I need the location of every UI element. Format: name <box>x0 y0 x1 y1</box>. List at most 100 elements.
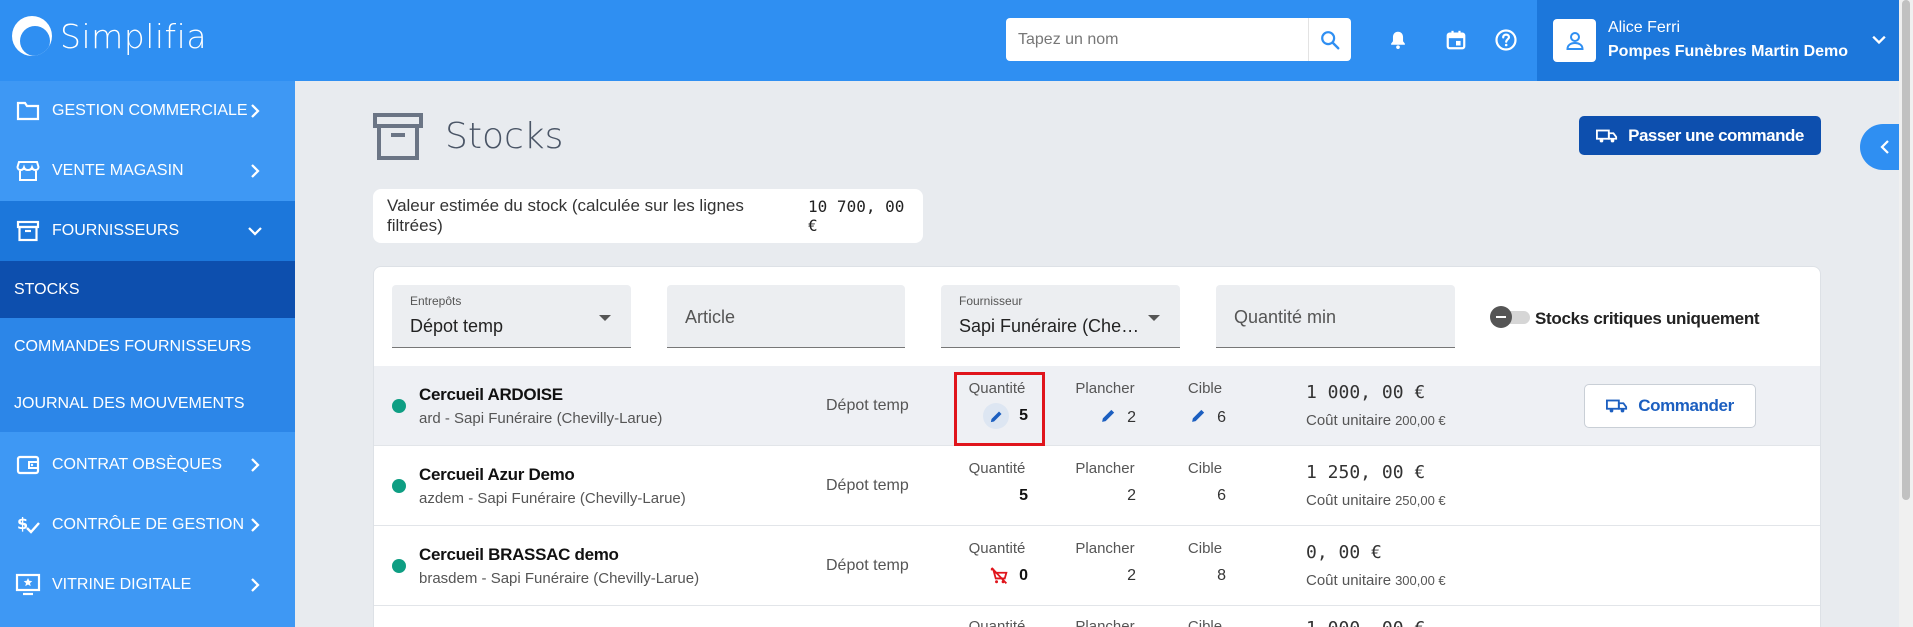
quantity-value: 0 <box>1019 567 1028 584</box>
chevron-left-icon <box>1880 140 1889 154</box>
unit-cost: Coût unitaire 300,00 € <box>1306 572 1446 589</box>
pencil-icon <box>1102 409 1115 422</box>
sidebar-item-label: CONTRÔLE DE GESTION <box>52 516 245 533</box>
quantity-min-placeholder: Quantité min <box>1234 307 1337 327</box>
sidebar-item-controle-de-gestion[interactable]: $ CONTRÔLE DE GESTION <box>0 495 295 555</box>
target-cell: Cible 6 <box>1184 460 1226 505</box>
search-icon <box>1321 30 1340 49</box>
app-logo[interactable]: Simplifia <box>12 16 207 56</box>
table-row[interactable]: Cercueil Azur Demo azdem - Sapi Funérair… <box>374 446 1820 526</box>
stock-value-label: Valeur estimée du stock (calculée sur le… <box>387 196 744 235</box>
stock-price: 1 250, 00 € <box>1306 462 1426 483</box>
unit-cost: Coût unitaire 200,00 € <box>1306 412 1446 429</box>
table-row[interactable]: Quantité Plancher Cible 1 000, 00 € <box>374 606 1820 627</box>
stock-price: 1 000, 00 € <box>1306 382 1426 403</box>
floor-value: 2 <box>1127 567 1136 584</box>
stock-value-amount: 10 700, 00 € <box>808 197 905 235</box>
sidebar-item-vitrine-digitale[interactable]: VITRINE DIGITALE <box>0 555 295 615</box>
sidebar-item-gestion-commerciale[interactable]: GESTION COMMERCIALE <box>0 81 295 141</box>
floor-cell: Plancher <box>1074 618 1136 627</box>
search-input[interactable] <box>1006 18 1308 61</box>
sidebar-item-vente-magasin[interactable]: VENTE MAGASIN <box>0 141 295 201</box>
sidebar-subitem-journal-des-mouvements[interactable]: JOURNAL DES MOUVEMENTS <box>0 375 295 432</box>
target-value: 6 <box>1217 487 1226 504</box>
bell-icon <box>1391 31 1405 49</box>
sidebar-subitem-commandes-fournisseurs[interactable]: COMMANDES FOURNISSEURS <box>0 318 295 375</box>
edit-floor-button[interactable] <box>1100 407 1117 429</box>
sidebar-subitem-label: STOCKS <box>14 280 80 298</box>
warehouse-label: Entrepôts <box>410 294 462 308</box>
critical-stock-toggle[interactable] <box>1490 306 1530 328</box>
search-button[interactable] <box>1308 18 1351 61</box>
floor-label: Plancher <box>1075 540 1135 557</box>
unit-cost-value: 300,00 € <box>1395 573 1446 588</box>
quantity-min-input[interactable]: Quantité min <box>1216 285 1455 348</box>
floor-value: 2 <box>1127 487 1136 504</box>
table-row[interactable]: Cercueil BRASSAC demo brasdem - Sapi Fun… <box>374 526 1820 606</box>
place-order-button[interactable]: Passer une commande <box>1579 116 1821 155</box>
warehouse-select[interactable]: Entrepôts Dépot temp <box>392 285 631 348</box>
help-button[interactable] <box>1492 26 1520 54</box>
simplifia-logo-icon <box>12 16 52 56</box>
quantity-cell: Quantité 5 <box>966 460 1028 505</box>
sidebar-item-label: CONTRAT OBSÈQUES <box>52 456 223 473</box>
pencil-icon <box>1192 409 1205 422</box>
sidebar-item-label: VENTE MAGASIN <box>52 162 184 179</box>
truck-icon <box>1596 129 1618 142</box>
sidebar-item-fournisseurs[interactable]: FOURNISSEURS <box>0 201 295 261</box>
notifications-button[interactable] <box>1384 26 1412 54</box>
stock-price: 0, 00 € <box>1306 542 1382 563</box>
target-cell: Cible 8 <box>1184 540 1226 585</box>
chevron-right-icon <box>251 518 260 532</box>
sidebar-subitem-stocks[interactable]: STOCKS <box>0 261 295 318</box>
chevron-right-icon <box>251 104 260 118</box>
sidebar-item-contrat-obseques[interactable]: CONTRAT OBSÈQUES <box>0 435 295 495</box>
sidebar-subitem-label: JOURNAL DES MOUVEMENTS <box>14 394 245 412</box>
quantity-cell: Quantité 0 <box>966 540 1028 585</box>
order-article-label: Commander <box>1638 396 1734 415</box>
calendar-icon <box>1446 30 1466 50</box>
archive-icon <box>15 218 41 244</box>
status-dot <box>392 399 406 413</box>
sidebar-item-label: GESTION COMMERCIALE <box>52 102 248 119</box>
article-name: Cercueil BRASSAC demo <box>419 545 619 564</box>
help-circle-icon <box>1495 29 1517 51</box>
floor-label: Plancher <box>1075 618 1135 627</box>
floor-label: Plancher <box>1075 460 1135 477</box>
truck-icon <box>1606 399 1628 413</box>
user-icon <box>1565 31 1584 50</box>
unit-cost-value: 200,00 € <box>1395 413 1446 428</box>
calendar-button[interactable] <box>1442 26 1470 54</box>
scrollbar-thumb[interactable] <box>1902 0 1910 500</box>
page-scrollbar[interactable] <box>1899 0 1913 627</box>
order-article-button[interactable]: Commander <box>1584 384 1756 428</box>
svg-text:$: $ <box>17 514 28 533</box>
supplier-value: Sapi Funéraire (Chevilly-Larue) <box>959 316 1147 336</box>
article-input[interactable]: Article <box>667 285 905 348</box>
unit-cost-value: 250,00 € <box>1395 493 1446 508</box>
supplier-label: Fournisseur <box>959 294 1023 308</box>
warehouse-value: Dépot temp <box>410 316 504 336</box>
floor-value: 2 <box>1127 409 1136 426</box>
archive-icon <box>373 113 423 160</box>
toggle-knob <box>1490 306 1512 328</box>
quantity-highlight-box <box>954 372 1045 446</box>
unit-cost-label: Coût unitaire <box>1306 572 1392 589</box>
target-label: Cible <box>1187 540 1223 557</box>
user-company: Pompes Funèbres Martin Demo <box>1608 43 1849 60</box>
search-box <box>1006 18 1351 61</box>
target-label: Cible <box>1187 460 1223 477</box>
edit-target-button[interactable] <box>1190 407 1207 429</box>
article-name: Cercueil ARDOISE <box>419 385 563 404</box>
stock-price: 1 000, 00 € <box>1306 618 1425 627</box>
app-name: Simplifia <box>60 16 208 56</box>
table-row[interactable]: Cercueil ARDOISE ard - Sapi Funéraire (C… <box>374 366 1820 446</box>
supplier-select[interactable]: Fournisseur Sapi Funéraire (Chevilly-Lar… <box>941 285 1180 348</box>
user-menu[interactable]: Alice Ferri Pompes Funèbres Martin Demo <box>1537 0 1913 81</box>
monitor-star-icon <box>15 572 41 598</box>
target-value: 8 <box>1217 567 1226 584</box>
folder-icon <box>15 98 41 124</box>
critical-stock-label: Stocks critiques uniquement <box>1535 309 1760 328</box>
article-subtitle: azdem - Sapi Funéraire (Chevilly-Larue) <box>419 490 686 507</box>
sidebar-item-label: FOURNISSEURS <box>52 222 180 239</box>
